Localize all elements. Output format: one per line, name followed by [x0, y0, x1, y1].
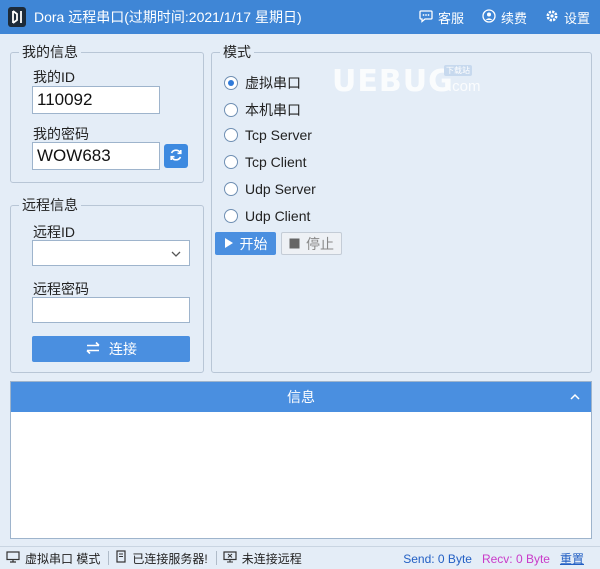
play-icon — [224, 236, 234, 252]
app-logo-icon — [8, 7, 26, 27]
mode-option-tcp-client[interactable]: Tcp Client — [224, 154, 306, 170]
info-log-area[interactable] — [11, 412, 591, 538]
mode-option-label: Udp Server — [245, 181, 316, 197]
monitor-icon — [6, 550, 20, 566]
remote-monitor-icon — [223, 550, 237, 566]
radio-icon — [224, 103, 238, 117]
stop-icon — [289, 236, 300, 252]
server-status: 已连接服务器! — [115, 550, 208, 567]
radio-icon — [224, 182, 238, 196]
user-icon — [482, 8, 496, 26]
chat-icon — [419, 9, 433, 26]
mode-status: 虚拟串口 模式 — [6, 550, 100, 567]
radio-icon — [224, 209, 238, 223]
status-bar: 虚拟串口 模式 已连接服务器! 未连接远程 Send: 0 Byte Recv:… — [0, 546, 600, 569]
mode-option-virtual-serial[interactable]: 虚拟串口 — [224, 73, 301, 93]
swap-icon — [85, 341, 101, 358]
service-button[interactable]: 客服 — [419, 8, 464, 27]
my-password-field[interactable] — [32, 142, 160, 170]
remote-id-select[interactable] — [32, 240, 190, 266]
remote-status: 未连接远程 — [223, 550, 302, 567]
send-counter: Send: 0 Byte — [403, 551, 472, 566]
start-label: 开始 — [239, 235, 268, 252]
start-button[interactable]: 开始 — [215, 232, 276, 255]
remote-id-label: 远程ID — [33, 224, 75, 240]
remote-password-label: 远程密码 — [33, 281, 89, 297]
info-panel: 信息 — [10, 381, 592, 539]
refresh-password-button[interactable] — [164, 144, 188, 168]
stop-label: 停止 — [306, 235, 334, 252]
renew-button[interactable]: 续费 — [482, 8, 527, 27]
reset-link[interactable]: 重置 — [560, 550, 584, 567]
gear-icon — [545, 9, 559, 26]
mode-option-udp-client[interactable]: Udp Client — [224, 208, 310, 224]
my-password-label: 我的密码 — [33, 126, 89, 142]
connect-label: 连接 — [109, 341, 137, 357]
stop-button[interactable]: 停止 — [281, 232, 342, 255]
info-header-label: 信息 — [287, 389, 315, 405]
mode-option-tcp-server[interactable]: Tcp Server — [224, 127, 312, 143]
server-icon — [115, 550, 127, 566]
chevron-up-icon[interactable] — [569, 390, 581, 406]
mode-option-label: Tcp Client — [245, 154, 307, 170]
remote-info-title: 远程信息 — [19, 196, 81, 214]
connect-button[interactable]: 连接 — [32, 336, 190, 362]
mode-title: 模式 — [220, 43, 254, 61]
mode-option-label: 本机串口 — [245, 102, 301, 118]
mode-option-label: 虚拟串口 — [245, 75, 301, 91]
remote-password-field[interactable] — [32, 297, 190, 323]
radio-icon — [224, 76, 238, 90]
renew-label: 续费 — [500, 10, 527, 26]
mode-option-label: Udp Client — [245, 208, 311, 224]
radio-icon — [224, 128, 238, 142]
mode-option-udp-server[interactable]: Udp Server — [224, 181, 316, 197]
title-bar: Dora 远程串口(过期时间:2021/1/17 星期日) 客服 续费 设置 — [0, 0, 600, 34]
settings-button[interactable]: 设置 — [545, 8, 590, 27]
status-divider — [215, 551, 217, 565]
my-id-field[interactable] — [32, 86, 160, 114]
settings-label: 设置 — [563, 10, 590, 26]
mode-option-label: Tcp Server — [245, 127, 312, 143]
chevron-down-icon — [170, 247, 182, 263]
status-divider — [108, 551, 110, 565]
service-label: 客服 — [437, 10, 464, 26]
server-status-text: 已连接服务器! — [132, 551, 208, 566]
window-title: Dora 远程串口(过期时间:2021/1/17 星期日) — [34, 9, 302, 25]
mode-status-text: 虚拟串口 模式 — [25, 551, 101, 566]
my-id-label: 我的ID — [33, 69, 75, 85]
recv-counter: Recv: 0 Byte — [481, 551, 550, 566]
info-header[interactable]: 信息 — [11, 382, 591, 412]
radio-icon — [224, 155, 238, 169]
remote-status-text: 未连接远程 — [241, 551, 302, 566]
my-info-title: 我的信息 — [19, 43, 81, 61]
mode-option-local-serial[interactable]: 本机串口 — [224, 100, 301, 120]
refresh-icon — [169, 148, 183, 165]
